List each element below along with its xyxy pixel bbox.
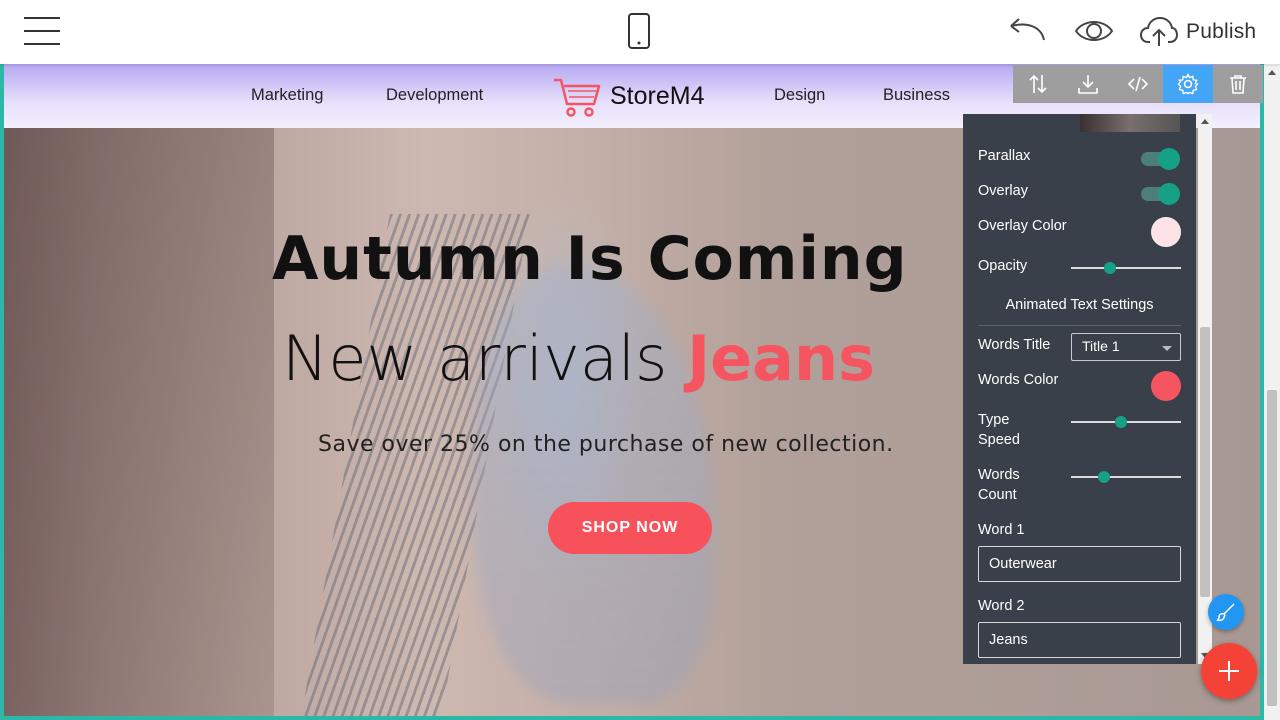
nav-link-design[interactable]: Design <box>774 86 825 105</box>
hero-subtitle-prefix: New arrivals <box>282 322 688 395</box>
reorder-icon[interactable] <box>1013 65 1063 103</box>
words-count-label-line2: Count <box>978 487 1017 503</box>
word1-input[interactable] <box>978 546 1181 582</box>
shop-now-button[interactable]: SHOP NOW <box>548 502 712 554</box>
style-brush-button[interactable] <box>1208 594 1244 630</box>
scroll-thumb[interactable] <box>1200 327 1210 597</box>
words-color-label: Words Color <box>978 372 1059 388</box>
brand-logo[interactable]: StoreM4 <box>552 74 704 118</box>
block-toolbar <box>1013 65 1263 103</box>
words-title-select[interactable]: Title 1 <box>1071 333 1181 361</box>
scroll-up-arrow[interactable] <box>1201 119 1209 124</box>
type-speed-slider[interactable] <box>1071 416 1181 428</box>
shopping-cart-icon <box>554 78 601 117</box>
nav-link-business[interactable]: Business <box>883 86 950 105</box>
block-settings-panel: Parallax Overlay Overlay Color Opacity A… <box>963 114 1196 664</box>
background-image-thumbnail[interactable] <box>1080 114 1180 132</box>
brush-icon <box>1216 603 1235 622</box>
words-title-label: Words Title <box>978 337 1051 353</box>
type-speed-label-line2: Speed <box>978 432 1020 448</box>
page-scrollbar[interactable] <box>1264 64 1280 720</box>
mobile-device-icon[interactable] <box>628 13 650 49</box>
hero-title: Autumn Is Coming <box>272 224 908 294</box>
overlay-color-label: Overlay Color <box>978 218 1067 234</box>
opacity-label: Opacity <box>978 258 1028 274</box>
add-block-button[interactable] <box>1201 643 1257 699</box>
chevron-down-icon <box>1162 346 1172 351</box>
download-icon[interactable] <box>1063 65 1113 103</box>
type-speed-label-line1: Type <box>978 412 1010 428</box>
words-count-slider[interactable] <box>1071 471 1181 483</box>
overlay-toggle[interactable] <box>1141 183 1180 205</box>
page-scroll-up-arrow[interactable] <box>1268 70 1276 75</box>
hero-subtitle-accent: Jeans <box>687 322 876 395</box>
plus-icon <box>1219 661 1239 681</box>
publish-label: Publish <box>1186 20 1257 43</box>
animated-text-settings-title: Animated Text Settings <box>978 297 1181 326</box>
parallax-toggle[interactable] <box>1141 148 1180 170</box>
parallax-label: Parallax <box>978 148 1031 164</box>
words-count-label-line1: Words <box>978 467 1020 483</box>
undo-icon[interactable] <box>1007 16 1047 46</box>
page-scroll-thumb[interactable] <box>1267 390 1277 706</box>
overlay-color-swatch[interactable] <box>1151 217 1181 247</box>
menu-icon[interactable] <box>24 17 60 45</box>
settings-panel-scrollbar[interactable] <box>1198 114 1212 664</box>
overlay-label: Overlay <box>978 183 1028 199</box>
editor-toolbar: Publish <box>0 0 1280 64</box>
hero-description: Save over 25% on the purchase of new col… <box>318 432 894 457</box>
words-color-swatch[interactable] <box>1151 371 1181 401</box>
code-icon[interactable] <box>1113 65 1163 103</box>
gear-icon[interactable] <box>1163 65 1213 103</box>
cloud-upload-icon <box>1140 16 1178 46</box>
publish-button[interactable]: Publish <box>1140 12 1256 52</box>
trash-icon[interactable] <box>1213 65 1263 103</box>
brand-name: StoreM4 <box>610 81 705 110</box>
preview-eye-icon[interactable] <box>1074 16 1114 46</box>
word2-label: Word 2 <box>978 598 1025 614</box>
nav-link-development[interactable]: Development <box>386 86 483 105</box>
word1-label: Word 1 <box>978 522 1025 538</box>
hero-subtitle: New arrivals Jeans <box>282 322 875 395</box>
words-title-value: Title 1 <box>1082 338 1120 354</box>
nav-link-marketing[interactable]: Marketing <box>251 86 323 105</box>
opacity-slider[interactable] <box>1071 262 1181 274</box>
word2-input[interactable] <box>978 622 1181 658</box>
